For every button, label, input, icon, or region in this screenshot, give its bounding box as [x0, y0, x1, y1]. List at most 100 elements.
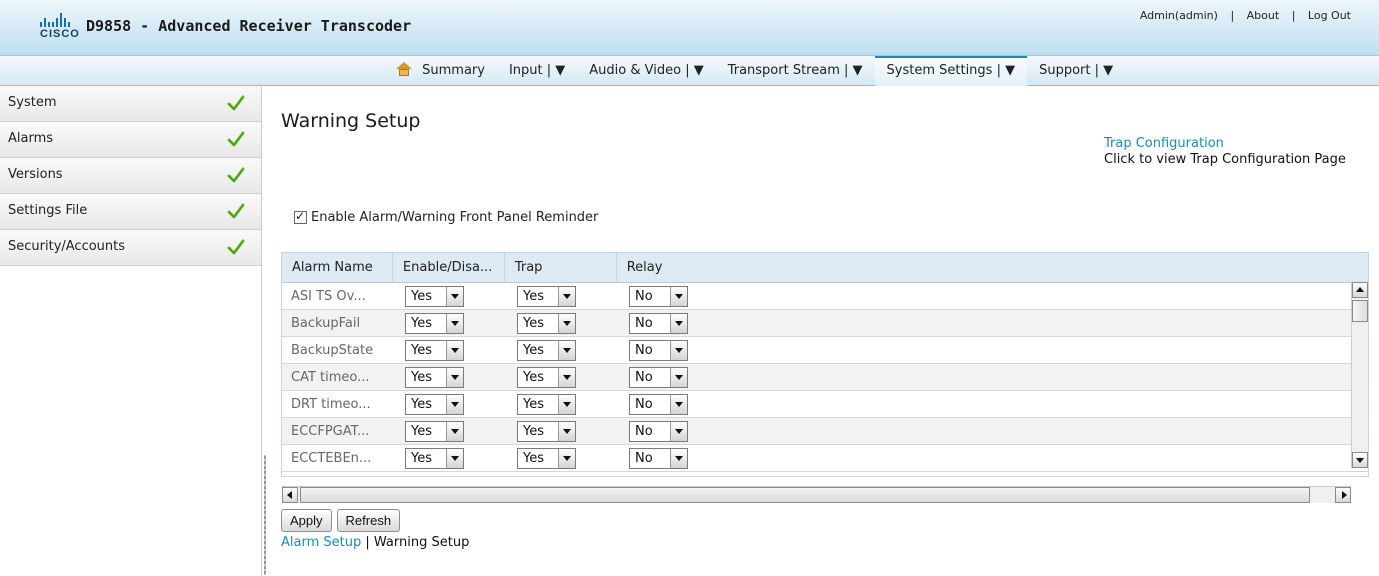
- chevron-down-icon[interactable]: [446, 340, 463, 360]
- nav-transport-stream[interactable]: Transport Stream | ▼: [716, 56, 875, 86]
- chevron-down-icon[interactable]: [670, 394, 687, 414]
- column-header-trap[interactable]: Trap: [505, 253, 617, 283]
- trap-configuration-description: Click to view Trap Configuration Page: [1104, 152, 1346, 167]
- splitter-handle[interactable]: [264, 455, 266, 575]
- trap-dropdown[interactable]: Yes: [517, 285, 576, 307]
- chevron-down-icon[interactable]: [446, 286, 463, 306]
- relay-dropdown[interactable]: No: [629, 393, 688, 415]
- trap-cell: Yes: [505, 445, 617, 472]
- chevron-down-icon[interactable]: [446, 394, 463, 414]
- sidebar-item-label: Versions: [8, 167, 63, 182]
- table-row[interactable]: DRT timeo... Yes Yes No: [282, 391, 1368, 418]
- relay-value: No: [635, 315, 653, 331]
- enable-dropdown[interactable]: Yes: [405, 420, 464, 442]
- vertical-scrollbar[interactable]: [1351, 282, 1368, 468]
- chevron-down-icon[interactable]: [670, 340, 687, 360]
- chevron-down-icon[interactable]: [670, 313, 687, 333]
- table-header: Alarm Name Enable/Disa... Trap Relay: [282, 253, 1368, 283]
- nav-system-settings[interactable]: System Settings | ▼: [874, 56, 1028, 86]
- chevron-down-icon[interactable]: [558, 394, 575, 414]
- apply-button[interactable]: Apply: [281, 509, 332, 532]
- enable-dropdown[interactable]: Yes: [405, 447, 464, 469]
- chevron-down-icon[interactable]: [670, 367, 687, 387]
- trap-value: Yes: [523, 369, 544, 385]
- chevron-down-icon[interactable]: [670, 448, 687, 468]
- refresh-button[interactable]: Refresh: [336, 509, 401, 532]
- trap-dropdown[interactable]: Yes: [517, 447, 576, 469]
- trap-dropdown[interactable]: Yes: [517, 366, 576, 388]
- table-row[interactable]: ECCTEBEn... Yes Yes No: [282, 445, 1368, 472]
- relay-cell: No: [617, 391, 1317, 418]
- trap-configuration-link[interactable]: Trap Configuration: [1104, 136, 1224, 151]
- table-row[interactable]: BackupState Yes Yes No: [282, 337, 1368, 364]
- reminder-checkbox[interactable]: [294, 209, 307, 224]
- table-row[interactable]: ECCFPGAT... Yes Yes No: [282, 418, 1368, 445]
- nav-audio-video[interactable]: Audio & Video | ▼: [577, 56, 715, 86]
- nav-input[interactable]: Input | ▼: [497, 56, 577, 86]
- trap-value: Yes: [523, 423, 544, 439]
- sidebar-item-alarms[interactable]: Alarms: [0, 122, 261, 158]
- relay-dropdown[interactable]: No: [629, 339, 688, 361]
- trap-dropdown[interactable]: Yes: [517, 312, 576, 334]
- enable-dropdown[interactable]: Yes: [405, 285, 464, 307]
- relay-cell: No: [617, 337, 1317, 364]
- horizontal-scrollbar[interactable]: [282, 486, 1351, 503]
- scroll-thumb[interactable]: [1352, 300, 1368, 322]
- alarm-name-cell: CAT timeo...: [291, 369, 370, 385]
- nav-summary[interactable]: Summary: [384, 56, 497, 86]
- chevron-down-icon[interactable]: [558, 313, 575, 333]
- sidebar-item-system[interactable]: System: [0, 86, 261, 122]
- enable-value: Yes: [411, 396, 432, 412]
- sidebar-item-settings-file[interactable]: Settings File: [0, 194, 261, 230]
- trap-dropdown[interactable]: Yes: [517, 393, 576, 415]
- trap-dropdown[interactable]: Yes: [517, 420, 576, 442]
- chevron-down-icon[interactable]: [558, 286, 575, 306]
- scroll-left-icon[interactable]: [282, 487, 298, 503]
- trap-dropdown[interactable]: Yes: [517, 339, 576, 361]
- sidebar-item-security-accounts[interactable]: Security/Accounts: [0, 230, 261, 266]
- sidebar-item-label: Alarms: [8, 131, 54, 146]
- alarm-setup-link[interactable]: Alarm Setup: [281, 535, 361, 550]
- relay-dropdown[interactable]: No: [629, 312, 688, 334]
- column-header-relay[interactable]: Relay: [617, 253, 1368, 283]
- relay-dropdown[interactable]: No: [629, 285, 688, 307]
- chevron-down-icon[interactable]: [558, 367, 575, 387]
- sidebar-item-versions[interactable]: Versions: [0, 158, 261, 194]
- front-panel-reminder[interactable]: Enable Alarm/Warning Front Panel Reminde…: [294, 209, 598, 225]
- chevron-down-icon[interactable]: [446, 421, 463, 441]
- enable-value: Yes: [411, 342, 432, 358]
- scroll-thumb[interactable]: [300, 487, 1310, 503]
- enable-dropdown[interactable]: Yes: [405, 339, 464, 361]
- enable-dropdown[interactable]: Yes: [405, 366, 464, 388]
- table-row[interactable]: CAT timeo... Yes Yes No: [282, 364, 1368, 391]
- scroll-up-icon[interactable]: [1352, 282, 1368, 298]
- chevron-down-icon[interactable]: [446, 367, 463, 387]
- sub-page-links: Alarm Setup | Warning Setup: [281, 535, 469, 550]
- relay-dropdown[interactable]: No: [629, 447, 688, 469]
- column-header-enable[interactable]: Enable/Disa...: [393, 253, 505, 283]
- scroll-down-icon[interactable]: [1352, 452, 1368, 468]
- scroll-right-icon[interactable]: [1335, 487, 1351, 503]
- chevron-down-icon[interactable]: [446, 448, 463, 468]
- nav-support[interactable]: Support | ▼: [1027, 56, 1125, 86]
- about-link[interactable]: About: [1247, 9, 1280, 22]
- relay-dropdown[interactable]: No: [629, 366, 688, 388]
- table-row[interactable]: BackupFail Yes Yes No: [282, 310, 1368, 337]
- chevron-down-icon[interactable]: [558, 421, 575, 441]
- enable-dropdown[interactable]: Yes: [405, 312, 464, 334]
- logout-link[interactable]: Log Out: [1308, 9, 1351, 22]
- column-header-alarm-name[interactable]: Alarm Name: [282, 253, 393, 283]
- warning-table: Alarm Name Enable/Disa... Trap Relay ASI…: [281, 252, 1369, 477]
- chevron-down-icon[interactable]: [558, 340, 575, 360]
- table-row[interactable]: ASI TS Ov... Yes Yes No: [282, 283, 1368, 310]
- trap-cell: Yes: [505, 391, 617, 418]
- chevron-down-icon[interactable]: [670, 286, 687, 306]
- chevron-down-icon[interactable]: [446, 313, 463, 333]
- table-body: ASI TS Ov... Yes Yes No BackupFail Yes Yes No Ba…: [282, 283, 1368, 472]
- chevron-down-icon[interactable]: [670, 421, 687, 441]
- trap-value: Yes: [523, 288, 544, 304]
- relay-dropdown[interactable]: No: [629, 420, 688, 442]
- enable-dropdown[interactable]: Yes: [405, 393, 464, 415]
- chevron-down-icon[interactable]: [558, 448, 575, 468]
- user-account-link[interactable]: Admin(admin): [1140, 9, 1218, 22]
